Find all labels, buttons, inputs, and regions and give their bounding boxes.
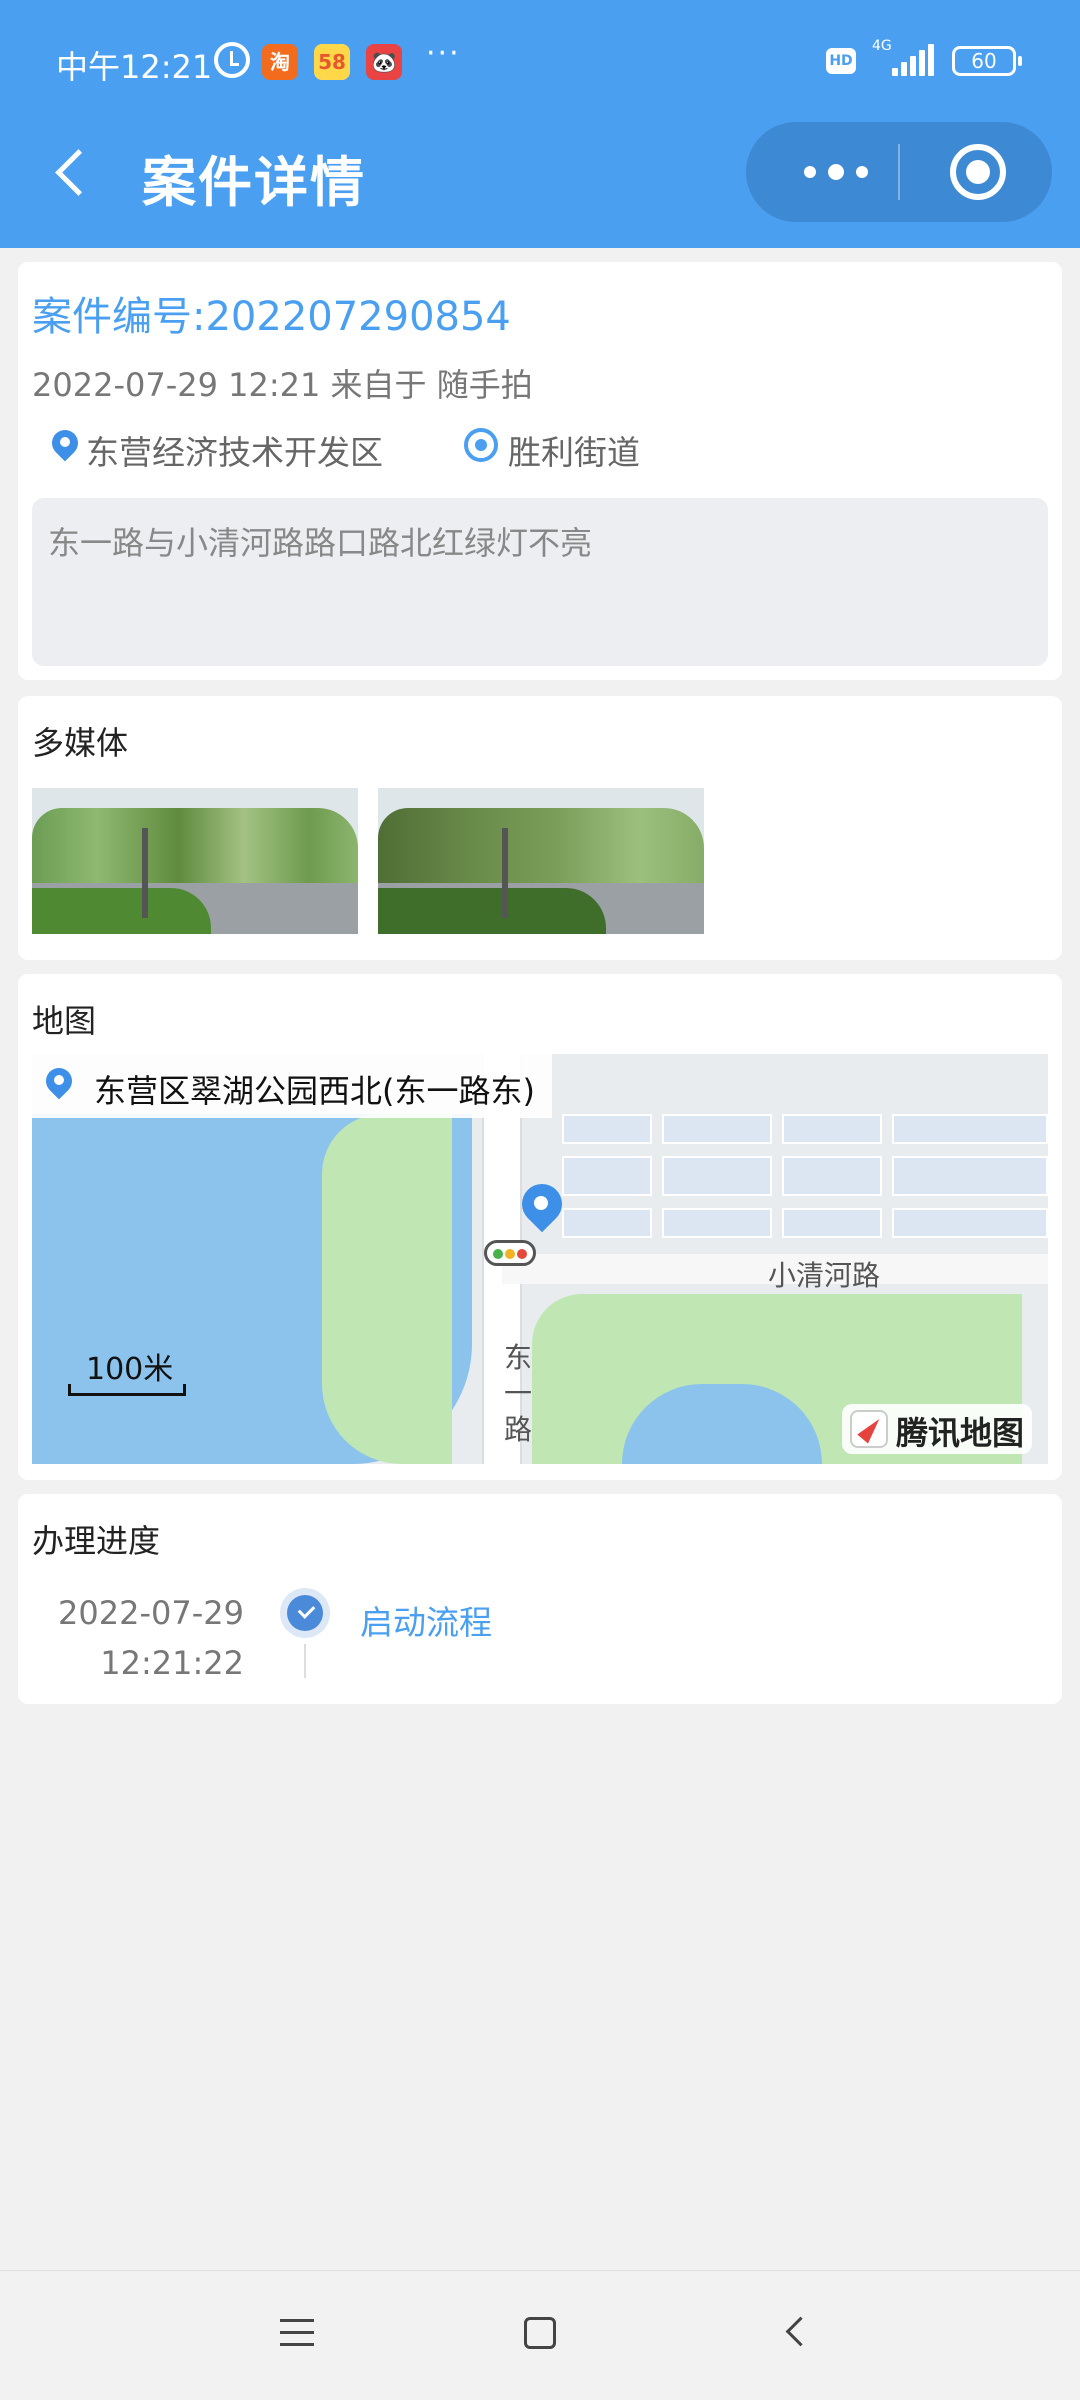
status-bar: 中午12:21 淘 58 🐼 ··· HD 4G 60 <box>0 30 1080 100</box>
progress-title: 办理进度 <box>32 1522 161 1560</box>
map-brand: 腾讯地图 <box>841 1404 1032 1454</box>
map-blocks <box>562 1084 1048 1274</box>
system-back-icon[interactable] <box>780 2317 810 2347</box>
more-menu-button[interactable] <box>786 122 886 222</box>
battery-icon: 60 <box>952 46 1022 76</box>
check-icon <box>280 1588 330 1638</box>
top-bar: 中午12:21 淘 58 🐼 ··· HD 4G 60 案件详情 <box>0 0 1080 248</box>
compass-icon <box>849 1410 888 1448</box>
case-number: 案件编号:202207290854 <box>32 294 511 340</box>
media-thumbnail[interactable] <box>32 788 358 934</box>
map-scale-label: 100米 <box>86 1352 174 1387</box>
location-target-icon <box>464 428 498 462</box>
mini-program-capsule <box>746 122 1052 222</box>
case-meta: 2022-07-29 12:21 来自于 随手拍 <box>32 366 533 404</box>
case-info-card: 案件编号:202207290854 2022-07-29 12:21 来自于 随… <box>18 262 1062 680</box>
hd-icon: HD <box>826 48 856 74</box>
map-title: 地图 <box>32 1002 97 1040</box>
navigation-bar: 案件详情 <box>0 120 1080 230</box>
map-address-bar: 东营区翠湖公园西北(东一路东) <box>32 1054 552 1118</box>
map-card: 地图 东营区翠湖公园西北(东一路东) 小清河路 东 一 路 100米 腾讯地图 <box>18 974 1062 1480</box>
road-label: 小清河路 <box>768 1259 881 1292</box>
multimedia-title: 多媒体 <box>32 724 129 762</box>
close-mini-program-icon[interactable] <box>950 144 1006 200</box>
road-label: 东 <box>504 1341 533 1374</box>
panda-app-icon: 🐼 <box>366 44 402 80</box>
58-app-icon: 58 <box>314 44 350 80</box>
media-thumbnail[interactable] <box>378 788 704 934</box>
back-arrow-icon[interactable] <box>52 148 92 198</box>
page-title: 案件详情 <box>142 151 366 214</box>
home-icon[interactable] <box>524 2317 556 2349</box>
timeline-step-label: 启动流程 <box>360 1603 492 1642</box>
more-notifications-icon: ··· <box>426 36 461 71</box>
taobao-app-icon: 淘 <box>262 44 298 80</box>
road-label: 一 <box>504 1377 533 1410</box>
map-address: 东营区翠湖公园西北(东一路东) <box>94 1072 535 1110</box>
recent-apps-icon[interactable] <box>280 2319 314 2349</box>
district-label: 东营经济技术开发区 <box>86 433 383 472</box>
timeline-line <box>304 1644 306 1678</box>
map-view[interactable]: 东营区翠湖公园西北(东一路东) 小清河路 东 一 路 100米 腾讯地图 <box>32 1054 1048 1464</box>
street-label: 胜利街道 <box>508 433 640 472</box>
signal-icon <box>892 44 936 76</box>
map-pin-icon <box>52 430 78 462</box>
progress-card: 办理进度 2022-07-29 12:21:22 启动流程 <box>18 1494 1062 1704</box>
alarm-icon <box>214 42 250 78</box>
status-time: 中午12:21 <box>56 48 213 86</box>
location-marker-icon[interactable] <box>520 1184 564 1244</box>
map-pin-icon <box>46 1068 72 1100</box>
capsule-divider <box>898 144 900 200</box>
map-brand-label: 腾讯地图 <box>895 1414 1024 1452</box>
map-scale-bar <box>68 1384 186 1396</box>
road-label: 路 <box>504 1413 533 1446</box>
network-type: 4G <box>872 38 892 54</box>
timeline-time: 12:21:22 <box>100 1644 244 1682</box>
timeline-date: 2022-07-29 <box>58 1594 244 1632</box>
system-navigation-bar <box>0 2270 1080 2400</box>
case-description: 东一路与小清河路路口路北红绿灯不亮 <box>32 498 1048 666</box>
multimedia-card: 多媒体 <box>18 696 1062 960</box>
map-park <box>322 1114 452 1464</box>
